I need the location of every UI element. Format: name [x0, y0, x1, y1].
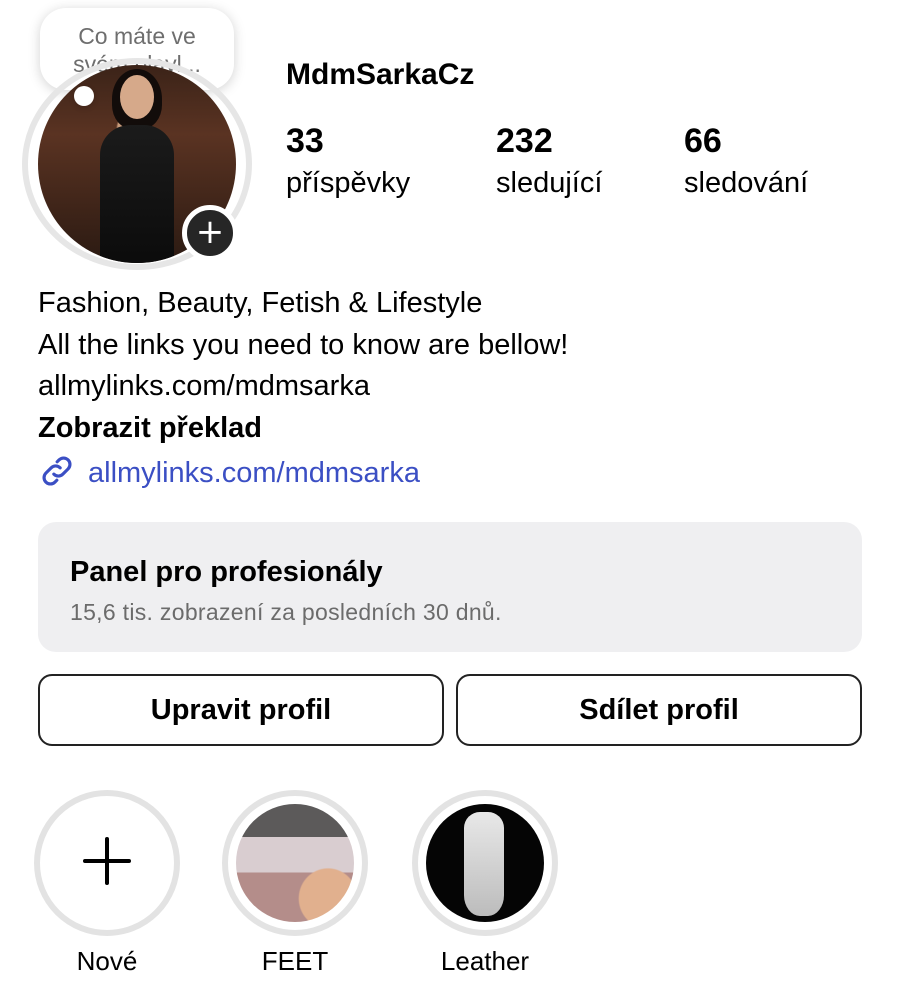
- highlight-leather-label: Leather: [440, 946, 530, 976]
- highlight-feet[interactable]: [222, 790, 368, 936]
- dashboard-title: Panel pro profesionály: [70, 556, 383, 588]
- stat-followers-value: 232: [496, 122, 553, 160]
- external-link[interactable]: allmylinks.com/mdmsarka: [38, 452, 420, 495]
- note-bubble-tail: [74, 86, 94, 106]
- stat-following-value: 66: [684, 122, 722, 160]
- highlight-feet-image: [236, 804, 354, 922]
- highlight-feet-label: FEET: [261, 946, 329, 976]
- stat-followers[interactable]: 232 sledující: [496, 122, 602, 200]
- highlight-new[interactable]: [34, 790, 180, 936]
- highlight-leather[interactable]: [412, 790, 558, 936]
- username: MdmSarkaCz: [286, 58, 475, 91]
- bio-line-3: allmylinks.com/mdmsarka: [38, 370, 370, 402]
- plus-icon: [81, 835, 133, 892]
- link-icon: [38, 452, 76, 495]
- highlight-new-label: Nové: [76, 946, 138, 976]
- stat-following[interactable]: 66 sledování: [684, 122, 808, 200]
- translate-link[interactable]: Zobrazit překlad: [38, 411, 262, 445]
- add-story-icon[interactable]: +: [182, 205, 238, 261]
- stat-posts-value: 33: [286, 122, 324, 160]
- bio-line-2: All the links you need to know are bello…: [38, 329, 569, 361]
- edit-profile-button[interactable]: Upravit profil: [38, 674, 444, 746]
- professional-dashboard[interactable]: Panel pro profesionály 15,6 tis. zobraze…: [38, 522, 862, 652]
- stat-posts-label: příspěvky: [286, 167, 411, 199]
- highlight-leather-image: [426, 804, 544, 922]
- share-profile-button[interactable]: Sdílet profil: [456, 674, 862, 746]
- external-link-text: allmylinks.com/mdmsarka: [88, 457, 420, 489]
- dashboard-subtitle: 15,6 tis. zobrazení za posledních 30 dnů…: [70, 599, 502, 625]
- bio-line-1: Fashion, Beauty, Fetish & Lifestyle: [38, 287, 483, 319]
- note-text-line1: Co máte ve: [78, 23, 196, 49]
- stat-posts[interactable]: 33 příspěvky: [286, 122, 410, 200]
- stat-followers-label: sledující: [496, 167, 603, 199]
- stat-following-label: sledování: [684, 167, 809, 199]
